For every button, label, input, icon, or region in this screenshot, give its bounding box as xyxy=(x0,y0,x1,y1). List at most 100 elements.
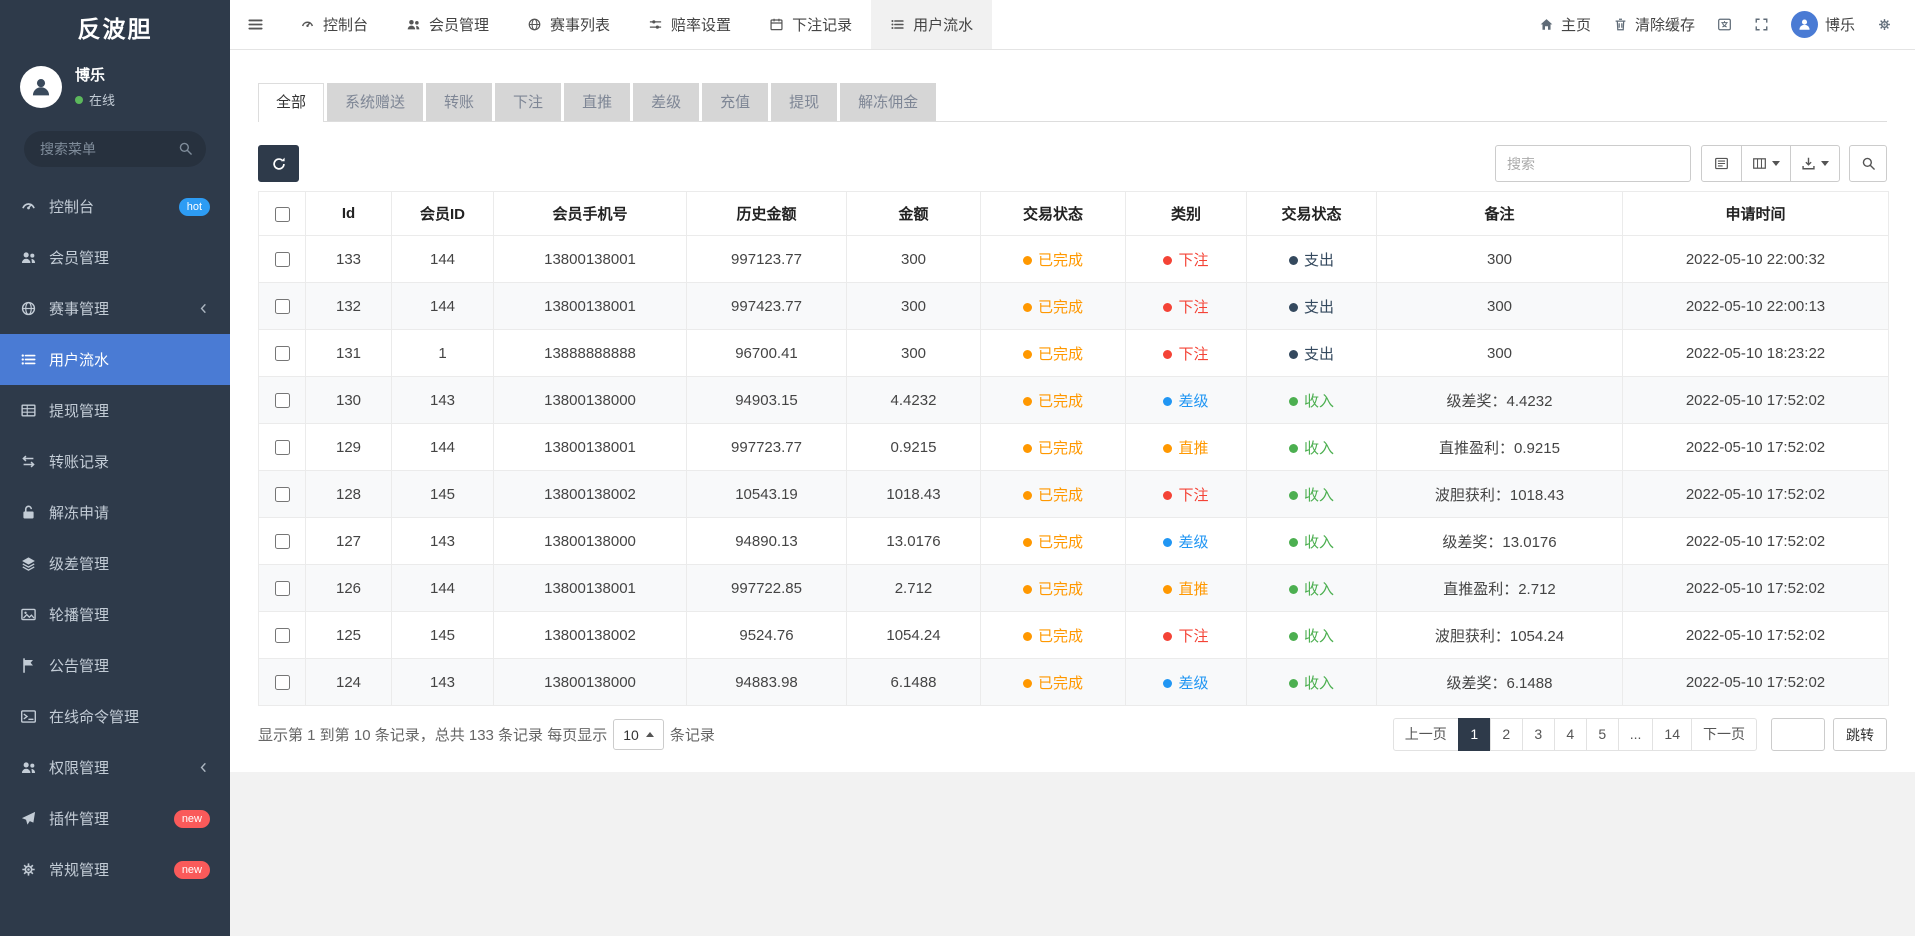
sidebar-item-matches[interactable]: 赛事管理 xyxy=(0,283,230,334)
user-avatar[interactable] xyxy=(20,66,62,108)
page-14-button[interactable]: 14 xyxy=(1652,718,1692,751)
page-2-button[interactable]: 2 xyxy=(1490,718,1523,751)
pagination-info: 显示第 1 到第 10 条记录，总共 133 条记录 每页显示 10 条记录 xyxy=(258,719,715,750)
fullscreen-button[interactable] xyxy=(1743,0,1780,50)
cell-phone: 13800138000 xyxy=(494,518,687,565)
sidebar-toggle-button[interactable] xyxy=(230,0,281,49)
tab-unfreeze-commission[interactable]: 解冻佣金 xyxy=(840,83,936,121)
tab-transfer[interactable]: 转账 xyxy=(426,83,492,121)
status-dot xyxy=(1289,397,1298,406)
sidebar-item-online-command[interactable]: 在线命令管理 xyxy=(0,691,230,742)
export-button[interactable] xyxy=(1790,145,1840,182)
sidebar-item-plugin[interactable]: 插件管理new xyxy=(0,793,230,844)
tab-direct-push[interactable]: 直推 xyxy=(564,83,630,121)
page-jump-input[interactable] xyxy=(1771,718,1825,751)
clear-cache-link[interactable]: 清除缓存 xyxy=(1602,0,1706,50)
row-checkbox[interactable] xyxy=(275,581,290,596)
topnav-user-flow[interactable]: 用户流水 xyxy=(871,0,992,49)
select-all-checkbox[interactable] xyxy=(275,207,290,222)
cell-history-amount: 94883.98 xyxy=(687,659,847,706)
cell-status: 已完成 xyxy=(981,612,1126,659)
sidebar-menu: 控制台hot会员管理赛事管理用户流水提现管理转账记录解冻申请级差管理轮播管理公告… xyxy=(0,181,230,936)
topnav-odds-setting[interactable]: 赔率设置 xyxy=(629,0,750,49)
cell-flow: 支出 xyxy=(1247,236,1377,283)
sidebar-item-label: 提现管理 xyxy=(49,400,109,421)
cell-time: 2022-05-10 17:52:02 xyxy=(1623,377,1889,424)
status-dot xyxy=(1163,444,1172,453)
sidebar-item-general[interactable]: 常规管理new xyxy=(0,844,230,895)
columns-button[interactable] xyxy=(1741,145,1791,182)
tab-system-gift[interactable]: 系统赠送 xyxy=(327,83,423,121)
sidebar-item-permission[interactable]: 权限管理 xyxy=(0,742,230,793)
tab-bet[interactable]: 下注 xyxy=(495,83,561,121)
row-checkbox[interactable] xyxy=(275,252,290,267)
home-link[interactable]: 主页 xyxy=(1528,0,1602,50)
cell-amount: 13.0176 xyxy=(847,518,981,565)
language-button[interactable] xyxy=(1706,0,1743,50)
sidebar-item-label: 转账记录 xyxy=(49,451,109,472)
sidebar-item-withdraw[interactable]: 提现管理 xyxy=(0,385,230,436)
cell-member-id: 143 xyxy=(392,518,494,565)
sidebar-item-announcement[interactable]: 公告管理 xyxy=(0,640,230,691)
status-dot xyxy=(1023,538,1032,547)
sidebar-item-label: 公告管理 xyxy=(49,655,109,676)
tab-recharge[interactable]: 充值 xyxy=(702,83,768,121)
cell-category: 下注 xyxy=(1126,236,1247,283)
sidebar-item-dashboard[interactable]: 控制台hot xyxy=(0,181,230,232)
tab-all[interactable]: 全部 xyxy=(258,83,324,121)
app-root: 反波胆 博乐 在线 控制台hot会员管理赛事管理用户流水提现管理转账记录解冻申请… xyxy=(0,0,1915,936)
pagination-info-prefix: 显示第 1 到第 10 条记录，总共 133 条记录 每页显示 xyxy=(258,724,607,745)
topnav-match-list[interactable]: 赛事列表 xyxy=(508,0,629,49)
cell-history-amount: 997123.77 xyxy=(687,236,847,283)
cell-member-id: 1 xyxy=(392,330,494,377)
topnav-dashboard[interactable]: 控制台 xyxy=(281,0,387,49)
row-checkbox[interactable] xyxy=(275,440,290,455)
status-dot xyxy=(1289,538,1298,547)
row-checkbox[interactable] xyxy=(275,628,290,643)
row-checkbox[interactable] xyxy=(275,534,290,549)
topnav-members[interactable]: 会员管理 xyxy=(387,0,508,49)
table-search-input[interactable] xyxy=(1495,145,1691,182)
user-status-label: 在线 xyxy=(89,90,115,109)
sidebar-item-transfer-records[interactable]: 转账记录 xyxy=(0,436,230,487)
download-icon xyxy=(1801,156,1816,171)
page-size-dropdown[interactable]: 10 xyxy=(613,719,664,750)
sidebar-item-unfreeze-apply[interactable]: 解冻申请 xyxy=(0,487,230,538)
view-button[interactable] xyxy=(1701,145,1742,182)
topnav-label: 用户流水 xyxy=(913,14,973,35)
cell-flow: 收入 xyxy=(1247,612,1377,659)
settings-button[interactable] xyxy=(1866,0,1903,50)
users-icon xyxy=(20,249,37,266)
status-dot xyxy=(1289,585,1298,594)
topbar: 控制台会员管理赛事列表赔率设置下注记录 用户流水 主页 清除缓存 xyxy=(230,0,1915,50)
cell-member-id: 143 xyxy=(392,377,494,424)
sidebar-item-level-diff[interactable]: 级差管理 xyxy=(0,538,230,589)
cell-status: 已完成 xyxy=(981,659,1126,706)
table-row: 12914413800138001997723.770.9215已完成直推收入直… xyxy=(259,424,1889,471)
page-4-button[interactable]: 4 xyxy=(1554,718,1587,751)
page-jump-button[interactable]: 跳转 xyxy=(1833,718,1887,751)
row-checkbox[interactable] xyxy=(275,299,290,314)
row-checkbox[interactable] xyxy=(275,487,290,502)
row-checkbox[interactable] xyxy=(275,346,290,361)
topnav-bet-records[interactable]: 下注记录 xyxy=(750,0,871,49)
tab-level-diff[interactable]: 差级 xyxy=(633,83,699,121)
page-5-button[interactable]: 5 xyxy=(1586,718,1619,751)
tab-withdraw[interactable]: 提现 xyxy=(771,83,837,121)
search-toggle-button[interactable] xyxy=(1849,145,1887,182)
page-next-button[interactable]: 下一页 xyxy=(1691,718,1757,751)
refresh-button[interactable] xyxy=(258,145,299,182)
page-prev-button[interactable]: 上一页 xyxy=(1393,718,1459,751)
row-checkbox[interactable] xyxy=(275,675,290,690)
sidebar-item-carousel[interactable]: 轮播管理 xyxy=(0,589,230,640)
sidebar-item-user-flow[interactable]: 用户流水 xyxy=(0,334,230,385)
page-1-button[interactable]: 1 xyxy=(1458,718,1491,751)
page-3-button[interactable]: 3 xyxy=(1522,718,1555,751)
profile-link[interactable]: 博乐 xyxy=(1780,0,1866,50)
cell-history-amount: 10543.19 xyxy=(687,471,847,518)
column-header-7: 交易状态 xyxy=(1247,192,1377,236)
sidebar-item-members[interactable]: 会员管理 xyxy=(0,232,230,283)
row-checkbox[interactable] xyxy=(275,393,290,408)
cell-remark: 级差奖：13.0176 xyxy=(1377,518,1623,565)
page-ellipsis: ... xyxy=(1618,718,1654,751)
